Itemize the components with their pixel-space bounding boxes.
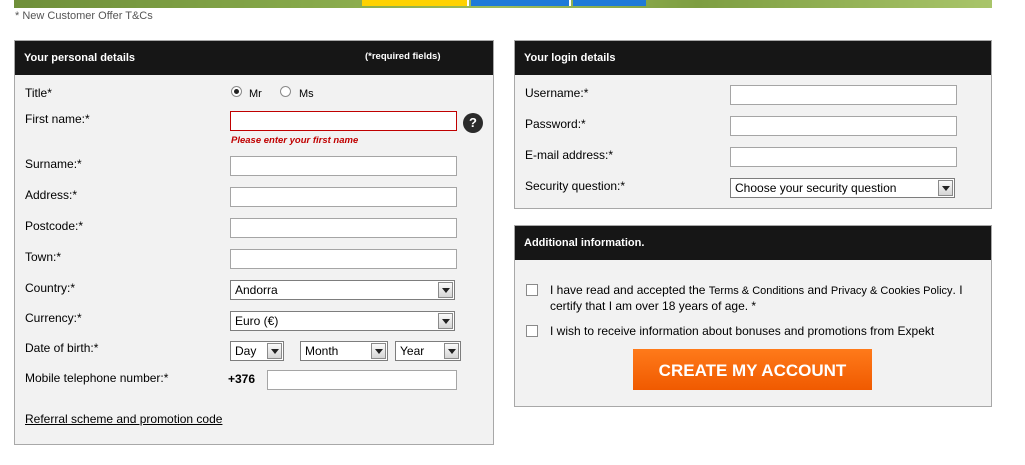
terms-checkbox[interactable] bbox=[526, 284, 538, 296]
login-details-title: Your login details bbox=[524, 52, 616, 64]
chevron-down-icon[interactable] bbox=[938, 180, 953, 196]
title-ms-label: Ms bbox=[299, 88, 314, 100]
currency-value: Euro (€) bbox=[235, 314, 279, 328]
username-input[interactable] bbox=[730, 85, 957, 105]
required-fields-note: (*required fields) bbox=[365, 51, 441, 62]
register-tab[interactable] bbox=[362, 0, 469, 6]
town-input[interactable] bbox=[230, 249, 457, 269]
title-mr-radio[interactable] bbox=[231, 86, 242, 97]
bonus-checkbox[interactable] bbox=[526, 325, 538, 337]
title-mr-label: Mr bbox=[249, 88, 262, 100]
title-ms-radio[interactable] bbox=[280, 86, 291, 97]
create-account-button[interactable]: CREATE MY ACCOUNT bbox=[633, 349, 872, 390]
dob-year-select[interactable]: Year bbox=[395, 341, 461, 361]
offer-terms[interactable]: * New Customer Offer T&Cs bbox=[15, 10, 153, 22]
bonus-text: I wish to receive information about bonu… bbox=[550, 324, 935, 338]
email-label: E-mail address:* bbox=[525, 148, 614, 162]
address-input[interactable] bbox=[230, 187, 457, 207]
country-value: Andorra bbox=[235, 283, 278, 297]
surname-input[interactable] bbox=[230, 156, 457, 176]
mobile-prefix: +376 bbox=[228, 372, 256, 386]
chevron-down-icon[interactable] bbox=[438, 282, 453, 298]
address-label: Address:* bbox=[25, 188, 78, 202]
terms-text-a: I have read and accepted the bbox=[550, 283, 709, 297]
terms-text: I have read and accepted the Terms & Con… bbox=[550, 283, 968, 314]
country-select[interactable]: Andorra bbox=[230, 280, 455, 300]
security-question-select[interactable]: Choose your security question bbox=[730, 178, 955, 198]
security-question-value: Choose your security question bbox=[735, 181, 897, 195]
town-label: Town:* bbox=[25, 250, 62, 264]
dob-year-value: Year bbox=[400, 344, 425, 358]
referral-link[interactable]: Referral scheme and promotion code bbox=[25, 412, 222, 426]
first-name-label: First name:* bbox=[25, 112, 90, 126]
currency-select[interactable]: Euro (€) bbox=[230, 311, 455, 331]
dob-day-value: Day bbox=[235, 344, 257, 358]
postcode-label: Postcode:* bbox=[25, 219, 84, 233]
chevron-down-icon[interactable] bbox=[438, 313, 453, 329]
password-input[interactable] bbox=[730, 116, 957, 136]
terms-link[interactable]: Terms & Conditions bbox=[709, 285, 804, 297]
mobile-input[interactable] bbox=[267, 370, 457, 390]
dob-label: Date of birth:* bbox=[25, 341, 99, 355]
chevron-down-icon[interactable] bbox=[371, 343, 386, 359]
personal-details-title: Your personal details bbox=[24, 52, 136, 64]
terms-text-and: and bbox=[804, 283, 831, 297]
additional-info-title: Additional information. bbox=[524, 237, 645, 249]
title-label: Title* bbox=[25, 86, 52, 100]
email-input[interactable] bbox=[730, 147, 957, 167]
currency-label: Currency:* bbox=[25, 311, 82, 325]
help-icon[interactable]: ? bbox=[463, 113, 483, 133]
password-label: Password:* bbox=[525, 117, 586, 131]
play-tab[interactable] bbox=[573, 0, 646, 6]
chevron-down-icon[interactable] bbox=[444, 343, 459, 359]
postcode-input[interactable] bbox=[230, 218, 457, 238]
surname-label: Surname:* bbox=[25, 157, 82, 171]
deposit-tab[interactable] bbox=[471, 0, 571, 6]
first-name-input[interactable] bbox=[230, 111, 457, 131]
privacy-link[interactable]: Privacy & Cookies Policy bbox=[831, 285, 953, 297]
chevron-down-icon[interactable] bbox=[267, 343, 282, 359]
first-name-error: Please enter your first name bbox=[231, 135, 359, 146]
dob-day-select[interactable]: Day bbox=[230, 341, 284, 361]
personal-details-header: Your personal details (*required fields) bbox=[15, 41, 493, 75]
dob-month-select[interactable]: Month bbox=[300, 341, 388, 361]
top-banner bbox=[14, 0, 992, 8]
dob-month-value: Month bbox=[305, 344, 339, 358]
security-question-label: Security question:* bbox=[525, 179, 626, 193]
additional-info-header: Additional information. bbox=[515, 226, 991, 260]
login-details-header: Your login details bbox=[515, 41, 991, 75]
username-label: Username:* bbox=[525, 86, 589, 100]
mobile-label: Mobile telephone number:* bbox=[25, 371, 169, 385]
country-label: Country:* bbox=[25, 281, 76, 295]
